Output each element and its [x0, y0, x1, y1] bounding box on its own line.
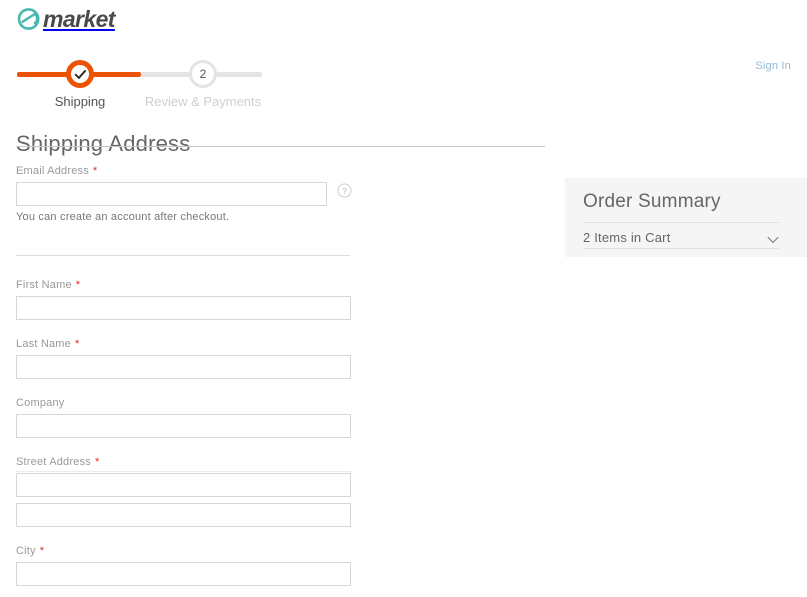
field-last-name: Last Name *: [16, 338, 351, 379]
field-city: City *: [16, 545, 351, 586]
svg-text:?: ?: [342, 186, 347, 196]
first-name-label: First Name *: [16, 279, 81, 291]
company-input[interactable]: [16, 414, 351, 438]
field-first-name: First Name *: [16, 279, 351, 320]
sign-in-link[interactable]: Sign In: [755, 60, 791, 72]
field-email-address: Email Address *: [16, 165, 327, 206]
checkout-progress-bar: 2 Shipping Review & Payments: [0, 56, 300, 109]
progress-step-number: 2: [199, 67, 207, 81]
required-marker: *: [75, 338, 80, 350]
last-name-label: Last Name *: [16, 338, 80, 350]
required-marker: *: [75, 279, 81, 291]
last-name-input[interactable]: [16, 355, 351, 379]
field-street-address: Street Address *: [16, 456, 351, 497]
field-street-address-line2: [16, 503, 351, 527]
email-section-divider: [16, 255, 350, 256]
required-marker: *: [39, 545, 45, 557]
check-icon: [74, 68, 87, 81]
order-summary-panel: Order Summary 2 Items in Cart: [565, 178, 807, 257]
logo-wordmark: market: [43, 5, 115, 32]
required-marker: *: [94, 456, 100, 468]
street-address-line1-input[interactable]: [16, 473, 351, 497]
street-address-label: Street Address *: [16, 456, 100, 468]
order-summary-top-rule: [583, 222, 779, 223]
first-name-input[interactable]: [16, 296, 351, 320]
progress-step-review-node[interactable]: 2: [189, 60, 217, 88]
checkout-page: market Sign In 2 Shipping Review & Payme…: [0, 0, 807, 597]
field-company: Company: [16, 397, 351, 438]
items-in-cart-toggle[interactable]: 2 Items in Cart: [583, 229, 779, 249]
progress-step-review-label[interactable]: Review & Payments: [133, 94, 273, 109]
progress-step-shipping-node[interactable]: [66, 60, 94, 88]
street-address-fieldset-rule: [16, 471, 351, 472]
city-label: City *: [16, 545, 45, 557]
company-label: Company: [16, 397, 65, 409]
page-title: Shipping Address: [16, 130, 191, 156]
order-summary-bottom-rule: [583, 248, 779, 249]
email-address-input[interactable]: [16, 182, 327, 206]
e-circle-logo-icon: [16, 6, 42, 32]
items-in-cart-label: 2 Items in Cart: [583, 230, 671, 245]
required-marker: *: [92, 165, 98, 177]
site-logo[interactable]: market: [16, 6, 115, 32]
street-address-line2-input[interactable]: [16, 503, 351, 527]
city-input[interactable]: [16, 562, 351, 586]
order-summary-title: Order Summary: [583, 191, 721, 212]
email-helper-text: You can create an account after checkout…: [16, 211, 230, 223]
email-address-label: Email Address *: [16, 165, 98, 177]
title-divider: [16, 146, 545, 147]
question-circle-icon[interactable]: ?: [337, 183, 352, 198]
progress-step-shipping-label[interactable]: Shipping: [30, 94, 130, 109]
